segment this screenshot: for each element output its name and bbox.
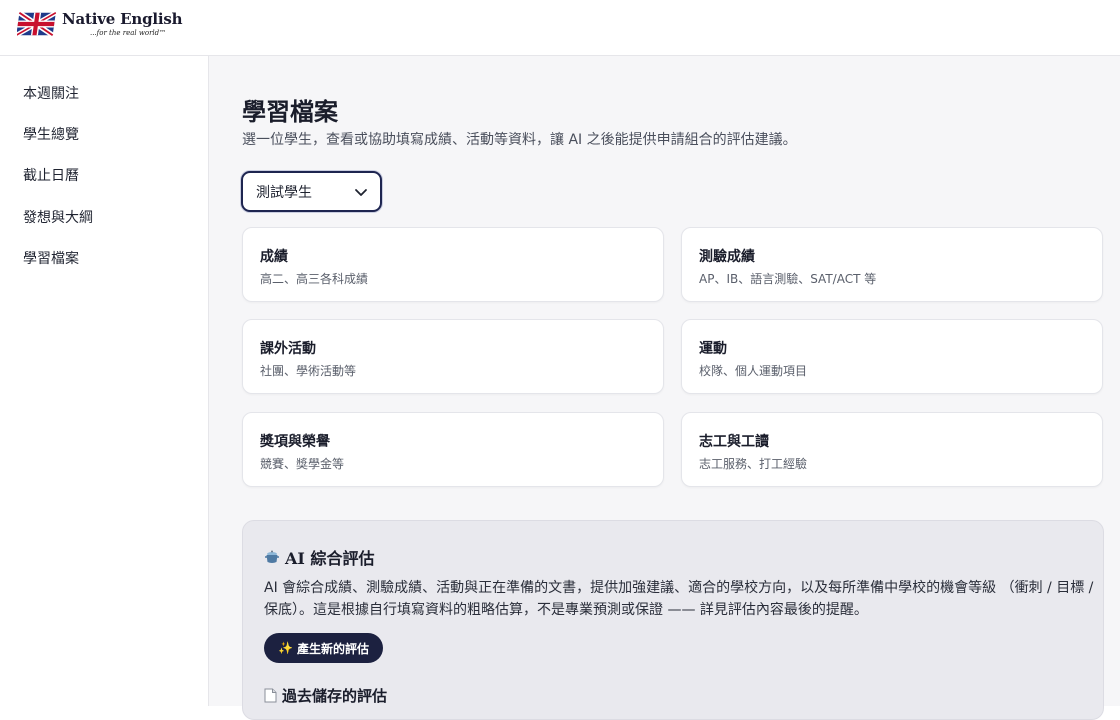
chevron-down-icon xyxy=(355,189,367,196)
card-title: 獎項與榮譽 xyxy=(260,434,330,450)
card-desc: AP、IB、語言測驗、SAT/ACT 等 xyxy=(699,272,877,286)
top-bar: Native English ...for the real world™ xyxy=(0,0,1120,56)
sidebar-item-student-overview[interactable]: 學生總覽 xyxy=(23,124,79,144)
card-grades[interactable]: 成績 高二、高三各科成績 xyxy=(242,227,664,302)
page-title: 學習檔案 xyxy=(242,97,338,126)
ai-assessment-description: AI 會綜合成績、測驗成績、活動與正在準備的文書，提供加強建議、適合的學校方向，… xyxy=(264,580,1094,618)
card-desc: 志工服務、打工經驗 xyxy=(699,457,808,471)
sidebar-item-learning-portfolio[interactable]: 學習檔案 xyxy=(23,248,79,268)
card-test-scores[interactable]: 測驗成績 AP、IB、語言測驗、SAT/ACT 等 xyxy=(681,227,1103,302)
card-title: 志工與工讀 xyxy=(699,434,769,450)
card-awards[interactable]: 獎項與榮譽 競賽、獎學金等 xyxy=(242,412,664,487)
ai-assessment-panel: AI 綜合評估 AI 會綜合成績、測驗成績、活動與正在準備的文書，提供加強建議、… xyxy=(242,520,1104,720)
card-desc: 高二、高三各科成績 xyxy=(260,272,369,286)
generate-assessment-label: 產生新的評估 xyxy=(296,641,369,656)
card-desc: 競賽、獎學金等 xyxy=(260,457,345,471)
sidebar-item-deadline-calendar[interactable]: 截止日曆 xyxy=(23,165,79,185)
document-icon xyxy=(264,688,277,703)
brand-logo[interactable]: Native English ...for the real world™ xyxy=(17,10,183,42)
card-desc: 社團、學術活動等 xyxy=(260,364,357,378)
sidebar-item-weekly-focus[interactable]: 本週關注 xyxy=(23,83,79,103)
brand-tagline: ...for the real world™ xyxy=(90,29,167,37)
student-select-value: 測試學生 xyxy=(256,184,312,201)
sparkles-icon: ✨ xyxy=(278,641,293,655)
sidebar: 本週關注 學生總覽 截止日曆 發想與大綱 學習檔案 xyxy=(0,56,209,706)
generate-assessment-button[interactable]: ✨ 產生新的評估 xyxy=(264,633,383,663)
card-desc: 校隊、個人運動項目 xyxy=(699,364,808,378)
card-title: 課外活動 xyxy=(260,341,316,357)
ai-assessment-title: AI 綜合評估 xyxy=(264,545,374,569)
student-select[interactable]: 測試學生 xyxy=(241,171,382,212)
union-jack-icon xyxy=(17,10,57,38)
sidebar-item-ideas-outline[interactable]: 發想與大綱 xyxy=(23,207,93,227)
card-title: 測驗成績 xyxy=(699,249,755,265)
ai-assessment-title-text: AI 綜合評估 xyxy=(285,549,375,568)
card-sports[interactable]: 運動 校隊、個人運動項目 xyxy=(681,319,1103,394)
card-title: 運動 xyxy=(699,341,727,357)
card-extracurricular[interactable]: 課外活動 社團、學術活動等 xyxy=(242,319,664,394)
card-volunteer-work[interactable]: 志工與工讀 志工服務、打工經驗 xyxy=(681,412,1103,487)
past-assessments-title-text: 過去儲存的評估 xyxy=(282,687,388,705)
brand-name: Native English xyxy=(62,10,183,28)
main-content: 學習檔案 選一位學生，查看或協助填寫成績、活動等資料，讓 AI 之後能提供申請組… xyxy=(209,56,1120,720)
page-subtitle: 選一位學生，查看或協助填寫成績、活動等資料，讓 AI 之後能提供申請組合的評估建… xyxy=(242,132,797,148)
pot-icon xyxy=(265,550,279,563)
card-title: 成績 xyxy=(260,249,288,265)
past-assessments-title: 過去儲存的評估 xyxy=(264,685,387,706)
